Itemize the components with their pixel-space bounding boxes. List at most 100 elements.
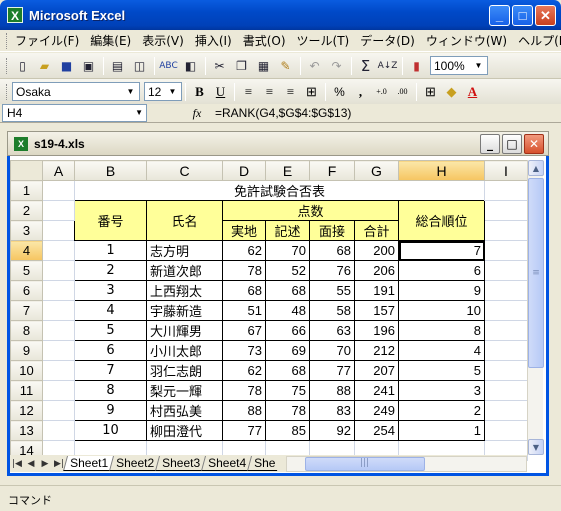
close-button[interactable]: ✕ bbox=[535, 5, 556, 26]
practical-cell[interactable]: 68 bbox=[222, 280, 266, 301]
cell[interactable] bbox=[42, 340, 75, 361]
cell[interactable] bbox=[42, 420, 75, 441]
column-header-i[interactable]: I bbox=[484, 160, 528, 181]
undo-icon[interactable]: ↶ bbox=[304, 55, 325, 76]
row-header-9[interactable]: 9 bbox=[10, 340, 43, 361]
written-cell[interactable]: 68 bbox=[265, 280, 310, 301]
practical-cell[interactable]: 62 bbox=[222, 240, 266, 261]
permission-icon[interactable]: ▣ bbox=[78, 55, 99, 76]
cell[interactable] bbox=[484, 360, 528, 381]
next-sheet-icon[interactable]: ▶ bbox=[38, 459, 52, 469]
cell[interactable] bbox=[484, 300, 528, 321]
increase-decimal-icon[interactable]: +.0 bbox=[371, 81, 392, 102]
number-cell[interactable]: 2 bbox=[74, 260, 147, 281]
menu-data[interactable]: データ(D) bbox=[355, 30, 421, 51]
sheet-tab-3[interactable]: Sheet3 bbox=[155, 456, 207, 471]
cell[interactable] bbox=[484, 240, 528, 261]
sort-ascending-icon[interactable]: A↓Z bbox=[377, 55, 398, 76]
redo-icon[interactable]: ↷ bbox=[326, 55, 347, 76]
total-cell[interactable]: 249 bbox=[354, 400, 399, 421]
rank-cell[interactable]: 3 bbox=[398, 380, 485, 401]
total-cell[interactable]: 212 bbox=[354, 340, 399, 361]
name-cell[interactable]: 小川太郎 bbox=[146, 340, 223, 361]
number-cell[interactable]: 8 bbox=[74, 380, 147, 401]
total-cell[interactable]: 241 bbox=[354, 380, 399, 401]
column-header-a[interactable]: A bbox=[42, 160, 75, 181]
maximize-button[interactable]: □ bbox=[512, 5, 533, 26]
total-cell[interactable]: 207 bbox=[354, 360, 399, 381]
cell[interactable] bbox=[42, 260, 75, 281]
number-cell[interactable]: 7 bbox=[74, 360, 147, 381]
name-cell[interactable]: 新道次郎 bbox=[146, 260, 223, 281]
total-cell[interactable]: 254 bbox=[354, 420, 399, 441]
name-box[interactable]: H4 ▼ bbox=[2, 104, 147, 122]
written-cell[interactable]: 66 bbox=[265, 320, 310, 341]
sheet-tab-4[interactable]: Sheet4 bbox=[201, 456, 253, 471]
total-cell[interactable]: 206 bbox=[354, 260, 399, 281]
vertical-scrollbar[interactable]: ▲ ≡ ▼ bbox=[527, 160, 544, 455]
menu-tools[interactable]: ツール(T) bbox=[292, 30, 356, 51]
column-header-f[interactable]: F bbox=[309, 160, 355, 181]
header-total-cell[interactable]: 合計 bbox=[354, 220, 399, 241]
column-header-h[interactable]: H bbox=[398, 160, 485, 181]
save-icon[interactable]: ■ bbox=[56, 55, 77, 76]
interview-cell[interactable]: 77 bbox=[309, 360, 355, 381]
menu-window[interactable]: ウィンドウ(W) bbox=[421, 30, 513, 51]
cell[interactable] bbox=[484, 280, 528, 301]
workbook-close-button[interactable]: ✕ bbox=[524, 134, 544, 154]
column-header-c[interactable]: C bbox=[146, 160, 223, 181]
number-cell[interactable]: 1 bbox=[74, 240, 147, 261]
horizontal-scrollbar[interactable]: ||| bbox=[285, 455, 527, 472]
number-cell[interactable]: 10 bbox=[74, 420, 147, 441]
interview-cell[interactable]: 63 bbox=[309, 320, 355, 341]
row-header-1[interactable]: 1 bbox=[10, 180, 43, 201]
scroll-down-icon[interactable]: ▼ bbox=[528, 439, 544, 455]
interview-cell[interactable]: 92 bbox=[309, 420, 355, 441]
practical-cell[interactable]: 77 bbox=[222, 420, 266, 441]
new-file-icon[interactable]: ▯ bbox=[12, 55, 33, 76]
header-interview-cell[interactable]: 面接 bbox=[309, 220, 355, 241]
open-folder-icon[interactable]: ▰ bbox=[34, 55, 55, 76]
insert-function-icon[interactable]: fx bbox=[185, 106, 209, 121]
written-cell[interactable]: 75 bbox=[265, 380, 310, 401]
row-header-4[interactable]: 4 bbox=[10, 240, 43, 261]
header-rank-cell[interactable]: 総合順位 bbox=[398, 200, 485, 241]
first-sheet-icon[interactable]: |◀ bbox=[10, 459, 24, 469]
decrease-decimal-icon[interactable]: .00 bbox=[392, 81, 413, 102]
menu-file[interactable]: ファイル(F) bbox=[10, 30, 85, 51]
print-icon[interactable]: ▤ bbox=[107, 55, 128, 76]
align-right-icon[interactable]: ≡ bbox=[280, 81, 301, 102]
row-header-13[interactable]: 13 bbox=[10, 420, 43, 441]
active-rank-cell[interactable]: 7 bbox=[398, 240, 485, 261]
header-practical-cell[interactable]: 実地 bbox=[222, 220, 266, 241]
chart-wizard-icon[interactable]: ▮ bbox=[406, 55, 427, 76]
total-cell[interactable]: 157 bbox=[354, 300, 399, 321]
practical-cell[interactable]: 51 bbox=[222, 300, 266, 321]
interview-cell[interactable]: 83 bbox=[309, 400, 355, 421]
underline-button[interactable]: U bbox=[210, 81, 231, 102]
minimize-button[interactable]: _ bbox=[489, 5, 510, 26]
total-cell[interactable]: 191 bbox=[354, 280, 399, 301]
row-header-2[interactable]: 2 bbox=[10, 200, 43, 221]
total-cell[interactable]: 200 bbox=[354, 240, 399, 261]
header-written-cell[interactable]: 記述 bbox=[265, 220, 310, 241]
excel-app-icon[interactable]: X bbox=[7, 7, 23, 23]
header-score-cell[interactable]: 点数 bbox=[222, 200, 399, 221]
header-name-cell[interactable]: 氏名 bbox=[146, 200, 223, 241]
column-header-b[interactable]: B bbox=[74, 160, 147, 181]
interview-cell[interactable]: 58 bbox=[309, 300, 355, 321]
prev-sheet-icon[interactable]: ◀ bbox=[24, 459, 38, 469]
row-header-5[interactable]: 5 bbox=[10, 260, 43, 281]
cell[interactable] bbox=[42, 400, 75, 421]
cell[interactable] bbox=[484, 200, 528, 221]
total-cell[interactable]: 196 bbox=[354, 320, 399, 341]
rank-cell[interactable]: 10 bbox=[398, 300, 485, 321]
borders-icon[interactable]: ⊞ bbox=[420, 81, 441, 102]
practical-cell[interactable]: 78 bbox=[222, 260, 266, 281]
practical-cell[interactable]: 62 bbox=[222, 360, 266, 381]
cell[interactable] bbox=[484, 400, 528, 421]
bold-button[interactable]: B bbox=[189, 81, 210, 102]
workbook-minimize-button[interactable]: _ bbox=[480, 134, 500, 154]
select-all-corner[interactable] bbox=[10, 160, 43, 181]
chevron-down-icon[interactable]: ▼ bbox=[123, 84, 138, 99]
